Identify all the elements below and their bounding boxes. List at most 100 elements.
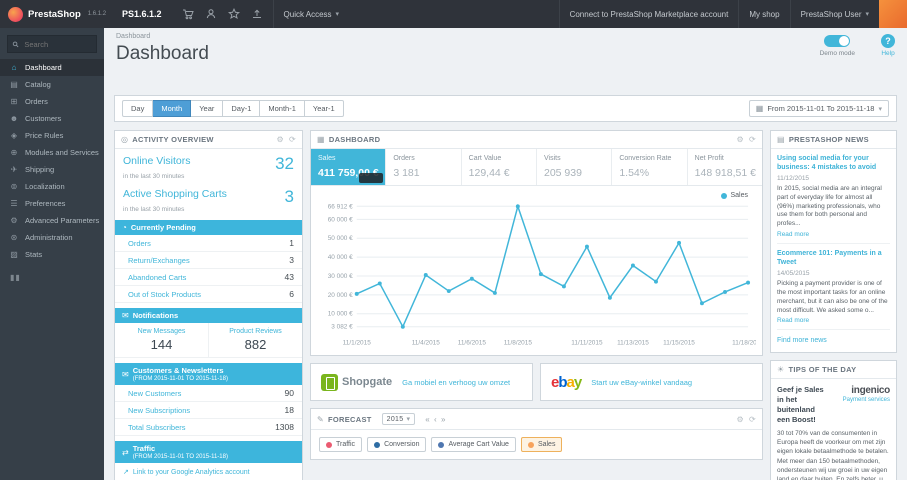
product-reviews-stat[interactable]: Product Reviews 882: [208, 323, 302, 357]
first-page-icon[interactable]: «: [425, 415, 430, 424]
sidebar-item-preferences[interactable]: ☰ Preferences: [0, 195, 104, 212]
gear-icon[interactable]: ⚙: [737, 135, 744, 144]
prev-page-icon[interactable]: ‹: [434, 415, 437, 424]
ga-link-label: Link to your Google Analytics account: [132, 468, 250, 476]
kpi-label: Cart Value: [468, 155, 502, 162]
sidebar-item-advanced-parameters[interactable]: ⚙ Advanced Parameters: [0, 212, 104, 229]
gear-icon[interactable]: ⚙: [737, 415, 744, 424]
traffic-subheader-label: (FROM 2015-11-01 TO 2015-11-18): [132, 454, 228, 460]
date-range-picker[interactable]: ▦ From 2015-11-01 To 2015-11-18 ▾: [748, 100, 889, 117]
news-item-date: 11/12/2015: [777, 175, 810, 183]
new-customers-row[interactable]: New Customers 90: [115, 385, 302, 402]
stats-icon: ▨: [10, 250, 18, 259]
forecast-conversion-button[interactable]: Conversion: [367, 437, 427, 452]
period-day-button[interactable]: Day: [122, 100, 154, 117]
period-month-button[interactable]: Month: [153, 100, 192, 117]
collapse-menu-icon[interactable]: ▮▮: [0, 263, 104, 282]
google-analytics-link[interactable]: ↗ Link to your Google Analytics account: [115, 463, 302, 480]
ebay-link[interactable]: Start uw eBay-winkel vandaag: [591, 378, 692, 387]
sidebar-item-administration[interactable]: ⊛ Administration: [0, 229, 104, 246]
cart-icon[interactable]: [182, 8, 194, 20]
shopgate-banner[interactable]: Shopgate Ga mobiel en verhoog uw omzet: [310, 363, 533, 401]
refresh-icon[interactable]: ⟳: [749, 135, 756, 144]
forecast-year-select[interactable]: 2015 ▾: [381, 413, 416, 425]
gear-icon[interactable]: ⚙: [277, 135, 284, 144]
tips-text: 30 tot 70% van de consumenten in Europa …: [777, 430, 889, 480]
abandoned-carts-row[interactable]: Abandoned Carts 43: [115, 269, 302, 286]
svg-text:11/1/2015: 11/1/2015: [343, 339, 372, 346]
active-carts-value: 3: [284, 187, 294, 206]
marketplace-link[interactable]: Connect to PrestaShop Marketplace accoun…: [558, 0, 739, 28]
star-icon[interactable]: [227, 8, 240, 20]
sidebar-item-price-rules[interactable]: ◈ Price Rules: [0, 127, 104, 144]
period-day-1-button[interactable]: Day-1: [223, 100, 261, 117]
chart-legend[interactable]: Sales: [721, 192, 748, 199]
active-carts-stat[interactable]: Active Shopping Carts 3 in the last 30 mi…: [115, 182, 302, 215]
my-shop-link[interactable]: My shop: [738, 0, 789, 28]
sidebar-item-localization[interactable]: ⊚ Localization: [0, 178, 104, 195]
legend-dot: [326, 441, 332, 448]
marketplace-label: Connect to PrestaShop Marketplace accoun…: [569, 9, 729, 19]
news-item-title[interactable]: Ecommerce 101: Payments in a Tweet: [777, 249, 890, 267]
kpi-label: Conversion Rate: [619, 155, 672, 162]
sidebar-item-label: Customers: [25, 114, 62, 123]
sidebar-item-dashboard[interactable]: ⌂ Dashboard: [0, 59, 104, 76]
svg-text:50 000 €: 50 000 €: [328, 235, 353, 242]
read-more-link[interactable]: Read more: [777, 317, 890, 324]
pending-orders-row[interactable]: Orders 1: [115, 235, 302, 252]
shop-name[interactable]: PS1.6.1.2: [112, 9, 172, 19]
quick-access-dropdown[interactable]: Quick Access ▾: [272, 0, 350, 28]
breadcrumb[interactable]: Dashboard: [116, 33, 895, 40]
demo-mode-toggle[interactable]: [824, 35, 851, 47]
pending-returns-row[interactable]: Return/Exchanges 3: [115, 252, 302, 269]
news-icon: ▤: [777, 135, 785, 144]
new-subscriptions-row[interactable]: New Subscriptions 18: [115, 402, 302, 419]
search-input[interactable]: [22, 38, 92, 50]
kpi-net-profit[interactable]: Net Profit 148 918,51 €: [688, 149, 762, 185]
sidebar-item-stats[interactable]: ▨ Stats: [0, 246, 104, 263]
news-header-label: PRESTASHOP NEWS: [788, 135, 869, 144]
kpi-orders[interactable]: Orders 3 181: [386, 149, 462, 185]
sidebar-item-catalog[interactable]: ▤ Catalog: [0, 76, 104, 93]
upload-icon[interactable]: [251, 8, 263, 20]
read-more-link[interactable]: Read more: [777, 231, 890, 238]
shopgate-link[interactable]: Ga mobiel en verhoog uw omzet: [402, 378, 510, 387]
help-icon[interactable]: ?: [881, 34, 895, 48]
period-year-button[interactable]: Year: [191, 100, 224, 117]
refresh-icon[interactable]: ⟳: [749, 415, 756, 424]
sidebar-item-customers[interactable]: ☻ Customers: [0, 110, 104, 127]
out-of-stock-row[interactable]: Out of Stock Products 6: [115, 286, 302, 303]
kpi-cart-value[interactable]: Cart Value 129,44 €: [462, 149, 537, 185]
total-subscribers-row[interactable]: Total Subscribers 1308: [115, 419, 302, 436]
news-item-title[interactable]: Using social media for your business: 4 …: [777, 154, 890, 172]
ebay-banner[interactable]: ebay Start uw eBay-winkel vandaag: [540, 363, 763, 401]
dashboard-grid-icon: ▦: [317, 135, 325, 144]
find-more-news-link[interactable]: Find more news: [777, 335, 890, 347]
kpi-visits[interactable]: Visits 205 939: [537, 149, 613, 185]
sidebar-search[interactable]: [7, 35, 97, 53]
sidebar-item-modules[interactable]: ⊕ Modules and Services: [0, 144, 104, 161]
sidebar-item-orders[interactable]: ⊞ Orders: [0, 93, 104, 110]
kpi-value: 205 939: [543, 167, 582, 179]
demo-mode-label: Demo mode: [819, 50, 855, 57]
forecast-traffic-button[interactable]: Traffic: [319, 437, 363, 452]
catalog-icon: ▤: [10, 80, 18, 89]
next-page-icon[interactable]: »: [441, 415, 446, 424]
forecast-sales-button[interactable]: Sales: [520, 437, 563, 452]
period-month-1-button[interactable]: Month-1: [260, 100, 305, 117]
refresh-icon[interactable]: ⟳: [289, 135, 296, 144]
row-label: Abandoned Carts: [128, 272, 187, 282]
customer-icon[interactable]: [205, 8, 217, 20]
new-messages-stat[interactable]: New Messages 144: [115, 323, 208, 357]
prestashop-logo[interactable]: PrestaShop 1.6.1.2: [0, 6, 112, 22]
kpi-conversion-rate[interactable]: Conversion Rate 1.54%: [612, 149, 688, 185]
help-control[interactable]: ? Help: [881, 34, 895, 57]
sidebar-item-shipping[interactable]: ✈ Shipping: [0, 161, 104, 178]
period-year-1-button[interactable]: Year-1: [304, 100, 344, 117]
user-menu[interactable]: PrestaShop User ▾: [789, 0, 879, 28]
forecast-avg-cart-button[interactable]: Average Cart Value: [431, 437, 516, 452]
online-visitors-stat[interactable]: Online Visitors 32 in the last 30 minutes: [115, 149, 302, 182]
button-label: Conversion: [384, 441, 420, 448]
avatar[interactable]: [879, 0, 907, 28]
kpi-sales[interactable]: Sales 411 759,00 €: [311, 149, 387, 185]
